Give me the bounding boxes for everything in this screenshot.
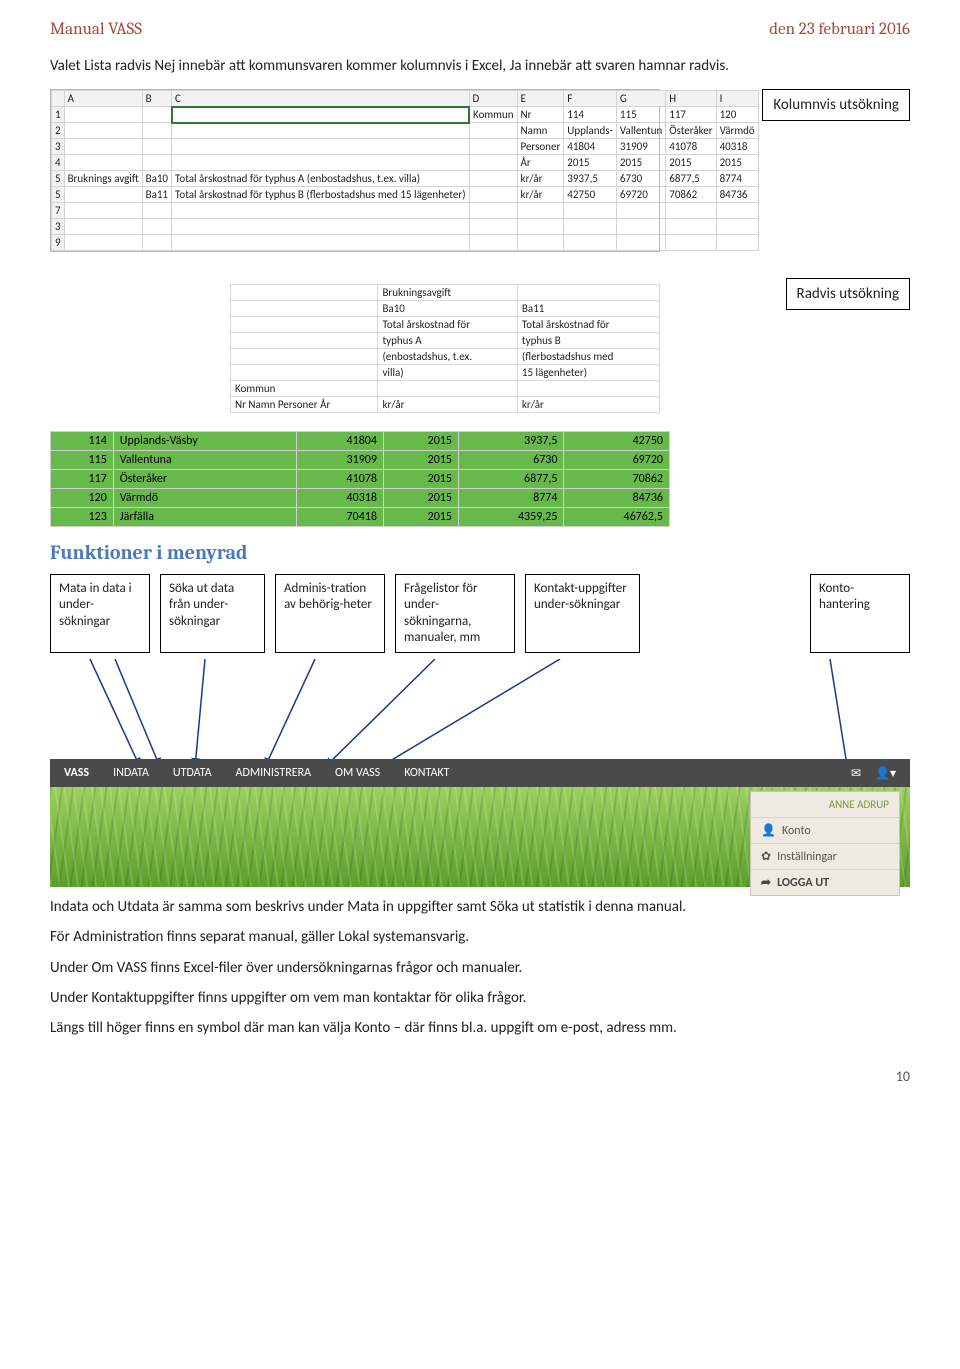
header-left: Manual VASS: [50, 20, 142, 39]
para-1: Indata och Utdata är samma som beskrivs …: [50, 897, 910, 917]
heading-funktioner: Funktioner i menyrad: [50, 541, 910, 564]
user-menu-konto[interactable]: 👤 Konto: [751, 817, 899, 843]
menu-description-boxes: Mata in data i under-sökningar Söka ut d…: [50, 574, 910, 653]
gear-icon: ✿: [761, 849, 771, 864]
box-soka-ut: Söka ut data från under-sökningar: [160, 574, 265, 653]
user-name: ANNE ADRUP: [751, 792, 899, 817]
user-dropdown: ANNE ADRUP 👤 Konto ✿ Inställningar ➦ LOG…: [750, 791, 900, 896]
envelope-icon[interactable]: ✉: [851, 766, 861, 781]
box-mata-in: Mata in data i under-sökningar: [50, 574, 150, 653]
label-radvis: Radvis utsökning: [786, 278, 910, 310]
excel-radvis-data: 114Upplands-Väsby4180420153937,542750115…: [50, 431, 670, 527]
person-icon: 👤: [761, 823, 776, 838]
user-menu-installningar[interactable]: ✿ Inställningar: [751, 843, 899, 869]
para-5: Längs till höger finns en symbol där man…: [50, 1018, 910, 1038]
menu-administrera[interactable]: ADMINISTRERA: [236, 766, 312, 780]
menu-kontakt[interactable]: KONTAKT: [404, 766, 449, 780]
user-icon[interactable]: 👤▾: [875, 766, 896, 781]
box-administration: Adminis-tration av behörig-heter: [275, 574, 385, 653]
vass-menubar: VASS INDATA UTDATA ADMINISTRERA OM VASS …: [50, 759, 910, 787]
para-3: Under Om VASS finns Excel-filer över und…: [50, 958, 910, 978]
excel-radvis-header: BrukningsavgiftBa10Ba11Total årskostnad …: [230, 284, 660, 413]
user-menu-logga-ut[interactable]: ➦ LOGGA UT: [751, 869, 899, 895]
label-kolumnvis: Kolumnvis utsökning: [762, 89, 910, 121]
arrows-to-menu: [50, 659, 910, 769]
box-fragelistor: Frågelistor för under-sökningarna, manua…: [395, 574, 515, 653]
menu-indata[interactable]: INDATA: [113, 766, 149, 780]
para-2: För Administration finns separat manual,…: [50, 927, 910, 947]
header-right: den 23 februari 2016: [769, 20, 910, 39]
intro-paragraph: Valet Lista radvis Nej innebär att kommu…: [50, 57, 910, 77]
page-number: 10: [50, 1068, 910, 1085]
logout-icon: ➦: [761, 875, 771, 890]
menubar-brand: VASS: [64, 766, 89, 780]
box-kontakt: Kontakt-uppgifter under-sökningar: [525, 574, 640, 653]
box-konto: Konto-hantering: [810, 574, 910, 653]
menu-utdata[interactable]: UTDATA: [173, 766, 212, 780]
vass-header-screenshot: VASS INDATA UTDATA ADMINISTRERA OM VASS …: [50, 759, 910, 887]
menu-om-vass[interactable]: OM VASS: [335, 766, 380, 780]
para-4: Under Kontaktuppgifter finns uppgifter o…: [50, 988, 910, 1008]
excel-kolumnvis: ABCDEFGHI1KommunNr1141151171202NamnUppla…: [50, 89, 660, 253]
page-header: Manual VASS den 23 februari 2016: [50, 20, 910, 39]
